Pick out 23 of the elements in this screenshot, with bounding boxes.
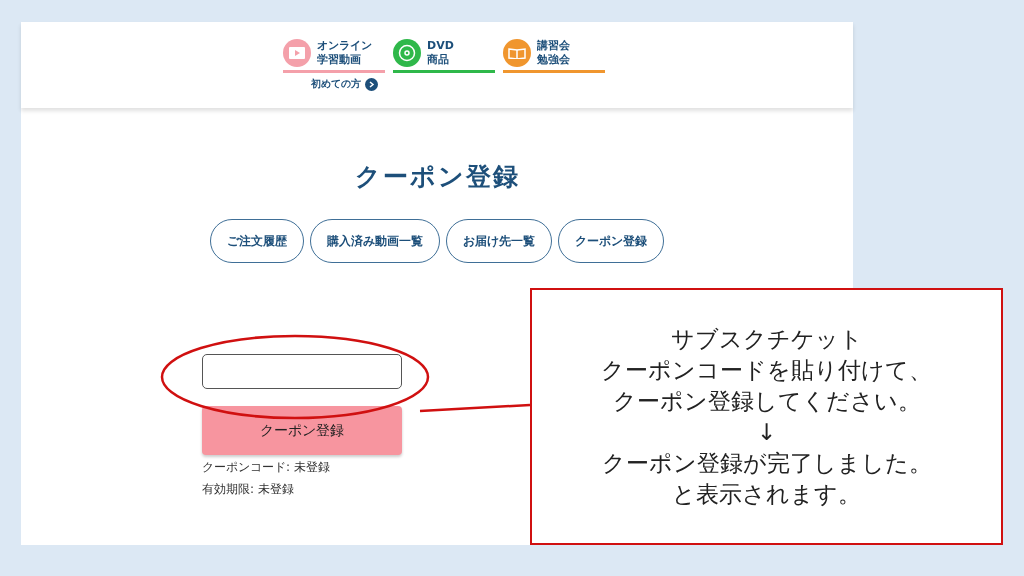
register-button[interactable]: クーポン登録 xyxy=(202,406,402,455)
nav-tab[interactable]: 購入済み動画一覧 xyxy=(310,219,440,263)
callout-text: クーポン登録してください。 xyxy=(612,386,921,416)
film-icon xyxy=(289,47,305,59)
nav-tab[interactable]: クーポン登録 xyxy=(558,219,664,263)
callout-text: サブスクチケット xyxy=(670,324,863,354)
nav-link[interactable]: 講習会 勉強会 xyxy=(503,39,605,73)
page-title: クーポン登録 xyxy=(353,161,521,193)
callout-text: クーポンコードを貼り付けて、 xyxy=(601,355,932,385)
first-time-link[interactable]: 初めての方 xyxy=(310,77,378,91)
nav-tab[interactable]: ご注文履歴 xyxy=(210,219,304,263)
callout-text: ↓ xyxy=(756,417,777,447)
status-text: 有効期限: 未登録 xyxy=(202,481,295,498)
book-icon xyxy=(508,47,526,59)
nav-link[interactable]: オンライン 学習動画 xyxy=(283,39,385,73)
nav-link[interactable]: DVD 商品 xyxy=(393,39,495,73)
coupon-input[interactable] xyxy=(202,354,402,389)
callout-text: クーポン登録が完了しました。 xyxy=(601,448,932,478)
nav-tab[interactable]: お届け先一覧 xyxy=(446,219,552,263)
status-text: クーポンコード: 未登録 xyxy=(202,459,331,476)
callout-text: と表示されます。 xyxy=(672,479,861,509)
chevron-icon xyxy=(364,77,378,91)
disc-icon xyxy=(398,44,416,62)
